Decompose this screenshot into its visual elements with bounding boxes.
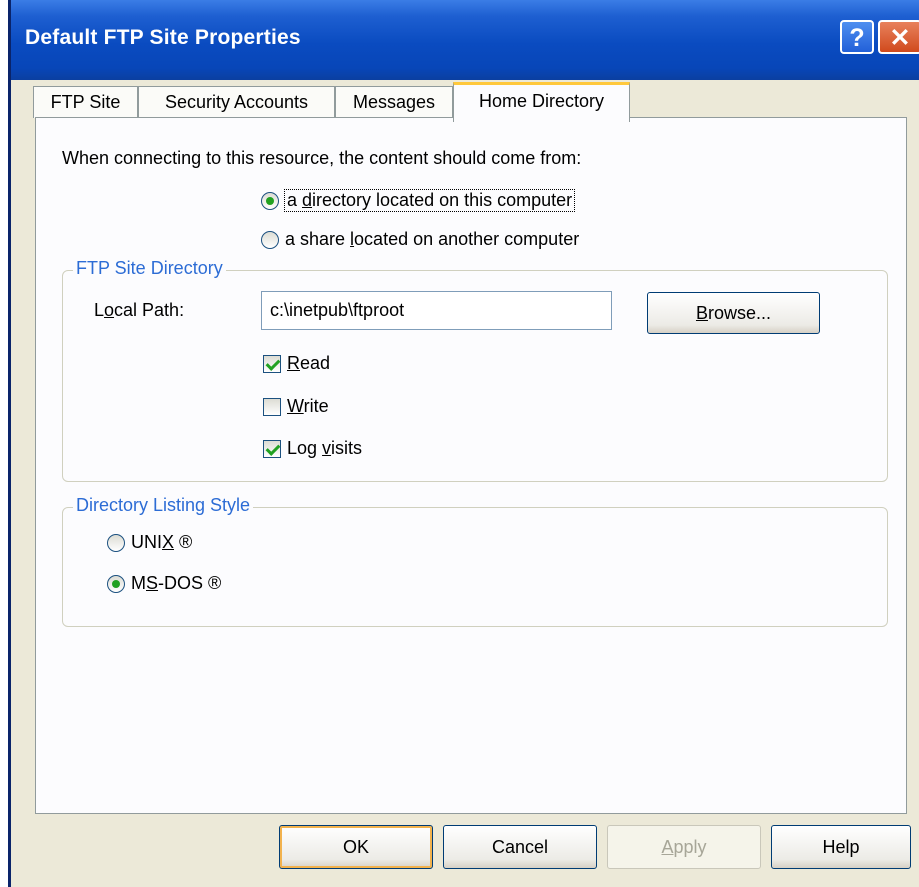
- radio-label: a share located on another computer: [285, 229, 580, 249]
- group-legend: Directory Listing Style: [73, 495, 254, 516]
- help-button[interactable]: Help: [771, 825, 911, 869]
- radio-label: UNIX ®: [131, 532, 193, 552]
- tab-ftp-site[interactable]: FTP Site: [33, 86, 138, 118]
- apply-button[interactable]: Apply: [607, 825, 761, 869]
- radio-button[interactable]: [261, 230, 279, 249]
- checkbox-label: Log visits: [287, 438, 363, 458]
- ok-button[interactable]: OK: [279, 825, 433, 869]
- tab-label: Security Accounts: [164, 92, 309, 112]
- tab-label: Home Directory: [478, 91, 605, 111]
- checkbox-label: Read: [287, 353, 331, 373]
- directory-listing-style-group: Directory Listing Style UNIX ® MS-DOS ®: [62, 495, 888, 627]
- local-path-field[interactable]: c:\inetpub\ftproot: [261, 291, 612, 330]
- checkbox-label: Write: [287, 396, 329, 416]
- radio-label: a directory located on this computer: [283, 189, 576, 212]
- radio-button-selected[interactable]: [107, 574, 125, 593]
- checkbox-write[interactable]: Write: [263, 396, 329, 417]
- tab-security-accounts[interactable]: Security Accounts: [138, 86, 335, 118]
- browse-button[interactable]: Browse...: [647, 292, 820, 334]
- tab-messages[interactable]: Messages: [335, 86, 453, 118]
- group-legend: FTP Site Directory: [73, 258, 226, 279]
- help-icon[interactable]: ?: [840, 20, 874, 54]
- radio-local-directory[interactable]: a directory located on this computer: [261, 189, 576, 212]
- checkbox-log-visits[interactable]: Log visits: [263, 438, 362, 459]
- radio-button[interactable]: [107, 533, 125, 552]
- checkbox-unchecked[interactable]: [263, 397, 281, 416]
- close-icon[interactable]: ✕: [878, 20, 919, 54]
- checkbox-read[interactable]: Read: [263, 353, 330, 374]
- radio-label: MS-DOS ®: [131, 573, 222, 593]
- radio-network-share[interactable]: a share located on another computer: [261, 229, 579, 250]
- cancel-button[interactable]: Cancel: [443, 825, 597, 869]
- radio-button-selected[interactable]: [261, 191, 279, 210]
- tab-label: Messages: [352, 92, 436, 112]
- local-path-label: Local Path:: [94, 300, 185, 320]
- checkbox-checked[interactable]: [263, 439, 281, 458]
- radio-unix[interactable]: UNIX ®: [107, 532, 192, 553]
- content-source-prompt: When connecting to this resource, the co…: [62, 148, 582, 168]
- dialog-window: Default FTP Site Properties ? ✕ FTP Site…: [8, 0, 919, 887]
- tab-home-directory[interactable]: Home Directory: [453, 82, 630, 122]
- home-directory-panel: When connecting to this resource, the co…: [35, 117, 907, 814]
- title-bar[interactable]: Default FTP Site Properties ? ✕: [11, 0, 919, 80]
- tab-label: FTP Site: [50, 92, 121, 112]
- window-title: Default FTP Site Properties: [25, 26, 301, 49]
- radio-ms-dos[interactable]: MS-DOS ®: [107, 573, 221, 594]
- checkbox-checked[interactable]: [263, 354, 281, 373]
- ftp-site-directory-group: FTP Site Directory Local Path: c:\inetpu…: [62, 258, 888, 482]
